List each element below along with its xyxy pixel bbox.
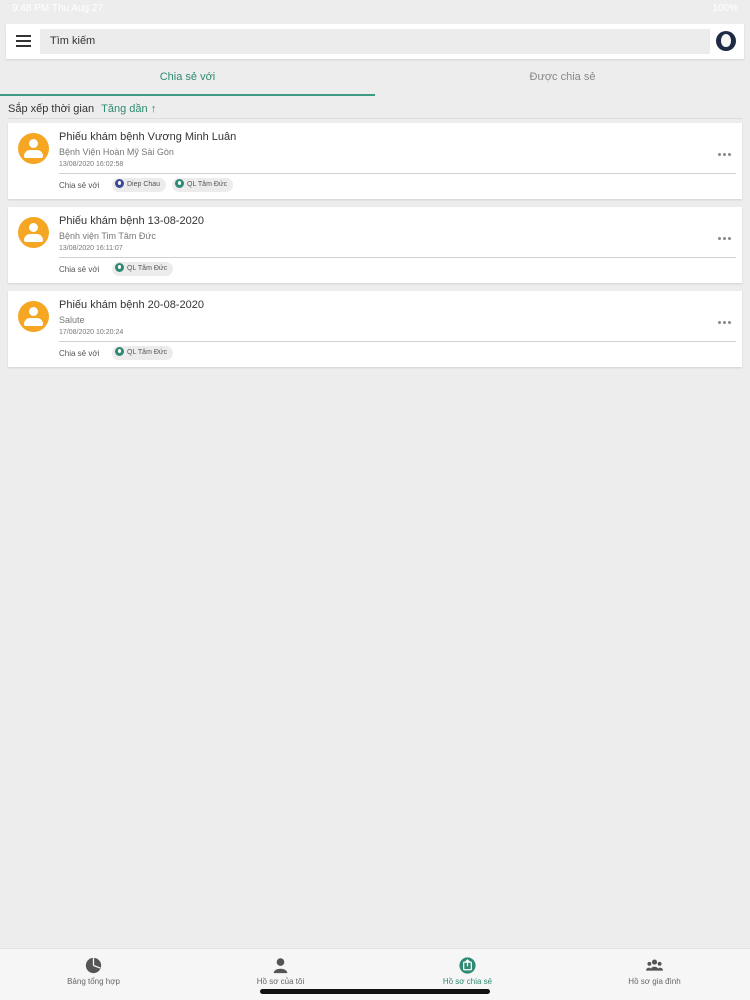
record-card[interactable]: Phiếu khám bệnh Vương Minh Luân Bệnh Việ…: [8, 123, 742, 199]
shared-user-chip[interactable]: QL Tâm Đức: [172, 178, 234, 192]
share-label: Chia sẻ với: [59, 265, 100, 274]
status-battery: 100%: [712, 3, 738, 14]
user-avatar-icon: [18, 217, 49, 248]
more-options-icon[interactable]: [718, 227, 734, 240]
tab-shared-with[interactable]: Chia sẻ với: [0, 62, 375, 96]
more-options-icon[interactable]: [718, 311, 734, 324]
search-bar: Tìm kiếm: [6, 24, 744, 59]
nav-dashboard[interactable]: Bảng tổng hợp: [0, 949, 187, 1000]
user-avatar-icon: [115, 346, 124, 356]
more-options-icon[interactable]: [718, 143, 734, 156]
chip-label: Diep Chau: [127, 181, 161, 188]
share-label: Chia sẻ với: [59, 349, 100, 358]
divider: [59, 257, 736, 258]
record-hospital: Bệnh Viện Hoàn Mỹ Sài Gòn: [59, 147, 174, 157]
record-card[interactable]: Phiếu khám bệnh 13-08-2020 Bệnh viện Tim…: [8, 207, 742, 283]
sort-order-value: Tăng dần: [101, 103, 148, 115]
record-hospital: Bệnh viện Tim Tâm Đức: [59, 231, 156, 241]
user-avatar-icon: [115, 178, 124, 188]
hamburger-menu-icon[interactable]: [16, 35, 31, 47]
arrow-up-icon: ↑: [150, 103, 157, 115]
sort-order-button[interactable]: Tăng dần ↑: [101, 103, 156, 115]
user-avatar-icon: [18, 301, 49, 332]
divider: [8, 118, 742, 119]
group-icon: [646, 959, 663, 971]
status-bar: 9:48 PM Thu Aug 27 100%: [0, 0, 750, 18]
share-file-icon: [459, 957, 476, 974]
record-date: 17/08/2020 10:20:24: [59, 329, 124, 336]
nav-label: Hồ sơ gia đình: [628, 977, 681, 986]
shared-user-chip[interactable]: QL Tâm Đức: [112, 262, 174, 276]
user-avatar-icon: [115, 262, 124, 272]
record-hospital: Salute: [59, 315, 85, 325]
nav-label: Hồ sơ chia sẻ: [442, 977, 493, 986]
home-indicator: [260, 989, 490, 994]
chip-label: QL Tâm Đức: [127, 349, 168, 356]
record-card[interactable]: Phiếu khám bệnh 20-08-2020 Salute 17/08/…: [8, 291, 742, 367]
record-title: Phiếu khám bệnh Vương Minh Luân: [59, 131, 237, 143]
sort-label: Sắp xếp thời gian: [8, 103, 95, 115]
user-avatar-icon: [18, 133, 49, 164]
divider: [59, 173, 736, 174]
status-time-date: 9:48 PM Thu Aug 27: [12, 3, 103, 14]
chip-label: QL Tâm Đức: [187, 181, 228, 188]
pie-chart-icon: [85, 957, 102, 974]
share-label: Chia sẻ với: [59, 181, 100, 190]
user-avatar-icon: [175, 178, 184, 188]
divider: [59, 341, 736, 342]
record-date: 13/08/2020 16:11:07: [59, 245, 123, 252]
chip-label: QL Tâm Đức: [127, 265, 168, 272]
record-title: Phiếu khám bệnh 20-08-2020: [59, 299, 204, 311]
record-title: Phiếu khám bệnh 13-08-2020: [59, 215, 204, 227]
nav-label: Bảng tổng hợp: [67, 977, 120, 986]
search-input[interactable]: Tìm kiếm: [40, 29, 710, 54]
shared-user-chip[interactable]: Diep Chau: [112, 178, 167, 192]
nav-label: Hồ sơ của tôi: [256, 977, 305, 986]
avatar[interactable]: [716, 31, 736, 51]
nav-family-records[interactable]: Hồ sơ gia đình: [561, 949, 748, 1000]
sort-row: Sắp xếp thời gian Tăng dần ↑: [8, 103, 156, 115]
person-icon: [273, 958, 288, 974]
tab-shared-to-me[interactable]: Được chia sẻ: [375, 62, 750, 96]
tab-bar: Chia sẻ với Được chia sẻ: [0, 62, 750, 96]
record-date: 13/08/2020 16:02:58: [59, 161, 124, 168]
shared-user-chip[interactable]: QL Tâm Đức: [112, 346, 174, 360]
